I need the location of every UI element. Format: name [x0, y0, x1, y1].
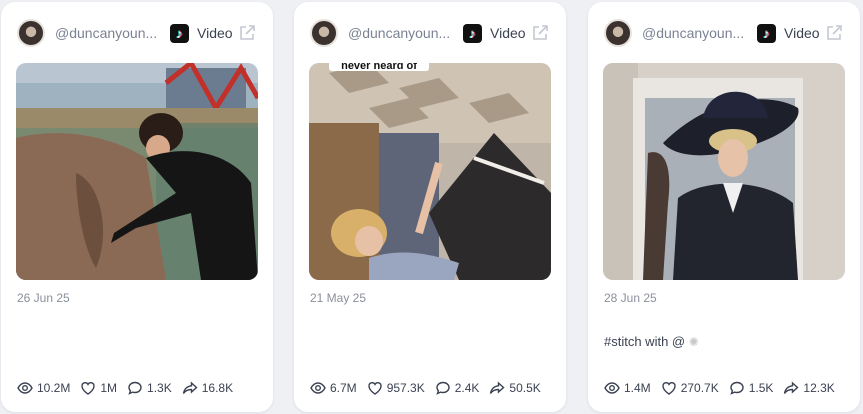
post-card[interactable]: @duncanyoun... ♪ Video 26 Jun 25 10.2M 1…	[1, 2, 273, 412]
views-stat: 1.4M	[604, 380, 651, 396]
comments-stat: 2.4K	[435, 380, 480, 396]
avatar[interactable]	[604, 19, 632, 47]
share-icon	[182, 381, 198, 394]
external-link-icon[interactable]	[237, 23, 257, 43]
card-header: @duncanyoun... ♪ Video	[604, 18, 844, 48]
creator-handle[interactable]: @duncanyoun...	[642, 25, 747, 41]
post-date: 26 Jun 25	[17, 291, 70, 305]
comment-icon	[730, 381, 744, 395]
share-icon	[490, 381, 505, 394]
shares-count: 12.3K	[803, 381, 835, 395]
heart-icon	[81, 382, 96, 395]
post-date: 21 May 25	[310, 291, 367, 305]
post-card[interactable]: @duncanyoun... ♪ Video never heard of 21…	[294, 2, 566, 412]
post-type-label: Video	[784, 25, 820, 41]
likes-stat: 1M	[80, 380, 117, 396]
comments-count: 2.4K	[454, 381, 480, 395]
tiktok-icon: ♪	[170, 23, 189, 43]
views-stat: 6.7M	[310, 380, 357, 396]
sparkle-icon: ✺	[688, 335, 699, 349]
eye-icon	[17, 382, 33, 394]
post-date: 28 Jun 25	[604, 291, 657, 305]
creator-handle[interactable]: @duncanyoun...	[55, 25, 160, 41]
heart-icon	[661, 382, 676, 395]
post-stats: 1.4M 270.7K 1.5K 12.3K	[604, 378, 850, 398]
likes-count: 270.7K	[680, 381, 719, 395]
tiktok-icon: ♪	[757, 23, 776, 43]
avatar[interactable]	[17, 19, 45, 47]
shares-stat: 16.8K	[182, 380, 233, 396]
likes-count: 1M	[100, 381, 118, 395]
video-thumbnail[interactable]	[603, 63, 845, 280]
avatar[interactable]	[310, 19, 338, 47]
likes-count: 957.3K	[386, 381, 425, 395]
share-icon	[784, 381, 799, 394]
comments-stat: 1.3K	[127, 380, 172, 396]
card-header: @duncanyoun... ♪ Video	[310, 18, 550, 48]
heart-icon	[367, 382, 382, 395]
external-link-icon[interactable]	[824, 23, 844, 43]
comments-count: 1.5K	[748, 381, 774, 395]
likes-stat: 957.3K	[367, 380, 425, 396]
shares-stat: 50.5K	[489, 380, 541, 396]
post-type-label: Video	[197, 25, 233, 41]
comments-stat: 1.5K	[729, 380, 774, 396]
eye-icon	[604, 382, 620, 394]
post-type-label: Video	[490, 25, 526, 41]
shares-count: 16.8K	[201, 381, 234, 395]
caption-text: #stitch with @	[604, 334, 686, 349]
comment-icon	[436, 381, 450, 395]
views-count: 10.2M	[37, 381, 71, 395]
likes-stat: 270.7K	[661, 380, 719, 396]
comments-count: 1.3K	[147, 381, 172, 395]
post-card[interactable]: @duncanyoun... ♪ Video 28 Jun 25 #stitch…	[588, 2, 860, 412]
views-count: 1.4M	[624, 381, 651, 395]
thumbnail-overlay-text: never heard of	[341, 63, 417, 72]
post-stats: 6.7M 957.3K 2.4K 50.5K	[310, 378, 556, 398]
video-thumbnail[interactable]: never heard of	[309, 63, 551, 280]
creator-handle[interactable]: @duncanyoun...	[348, 25, 453, 41]
external-link-icon[interactable]	[530, 23, 550, 43]
card-header: @duncanyoun... ♪ Video	[17, 18, 257, 48]
eye-icon	[310, 382, 326, 394]
comment-icon	[128, 381, 142, 395]
post-stats: 10.2M 1M 1.3K 16.8K	[17, 378, 263, 398]
views-count: 6.7M	[330, 381, 357, 395]
tiktok-icon: ♪	[463, 23, 482, 43]
views-stat: 10.2M	[17, 380, 70, 396]
video-thumbnail[interactable]	[16, 63, 258, 280]
post-caption: #stitch with @ ✺	[604, 334, 699, 349]
shares-count: 50.5K	[509, 381, 541, 395]
shares-stat: 12.3K	[783, 380, 835, 396]
